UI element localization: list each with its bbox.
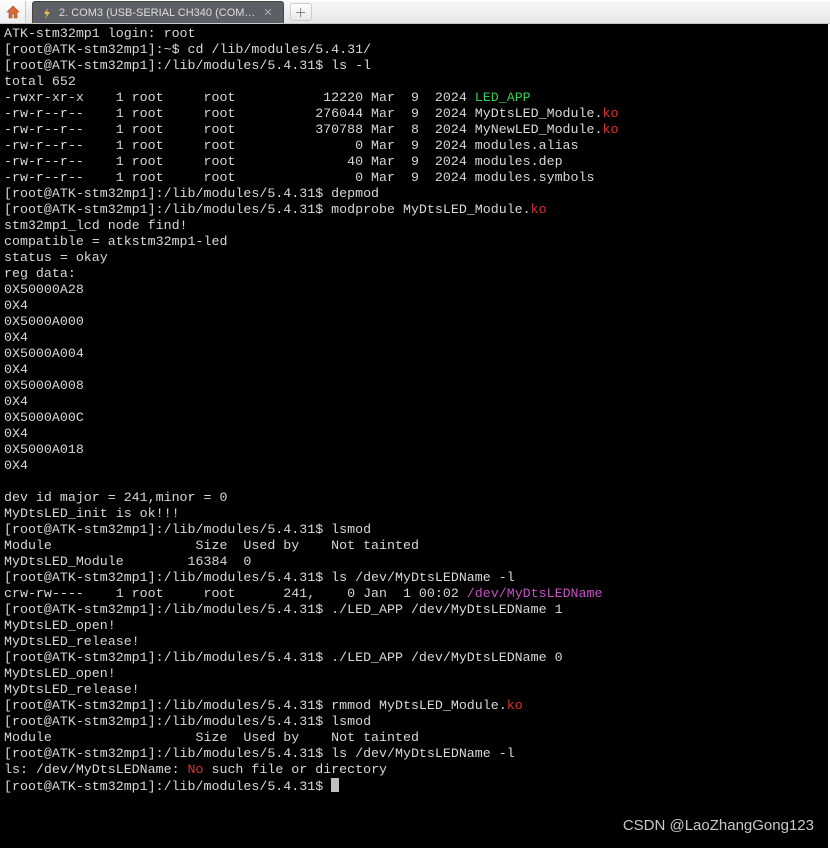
terminal[interactable]: ATK-stm32mp1 login: root [root@ATK-stm32… bbox=[0, 24, 828, 848]
close-icon[interactable]: ✕ bbox=[261, 6, 274, 19]
plus-icon: ＋ bbox=[295, 4, 307, 21]
home-icon bbox=[5, 4, 21, 20]
lightning-icon bbox=[41, 7, 53, 19]
home-button[interactable] bbox=[0, 1, 26, 23]
tab-title: 2. COM3 (USB-SERIAL CH340 (COM… bbox=[59, 7, 255, 19]
tab-serial[interactable]: 2. COM3 (USB-SERIAL CH340 (COM… ✕ bbox=[32, 1, 284, 23]
titlebar: 2. COM3 (USB-SERIAL CH340 (COM… ✕ ＋ bbox=[0, 0, 830, 24]
new-tab-button[interactable]: ＋ bbox=[290, 3, 312, 21]
